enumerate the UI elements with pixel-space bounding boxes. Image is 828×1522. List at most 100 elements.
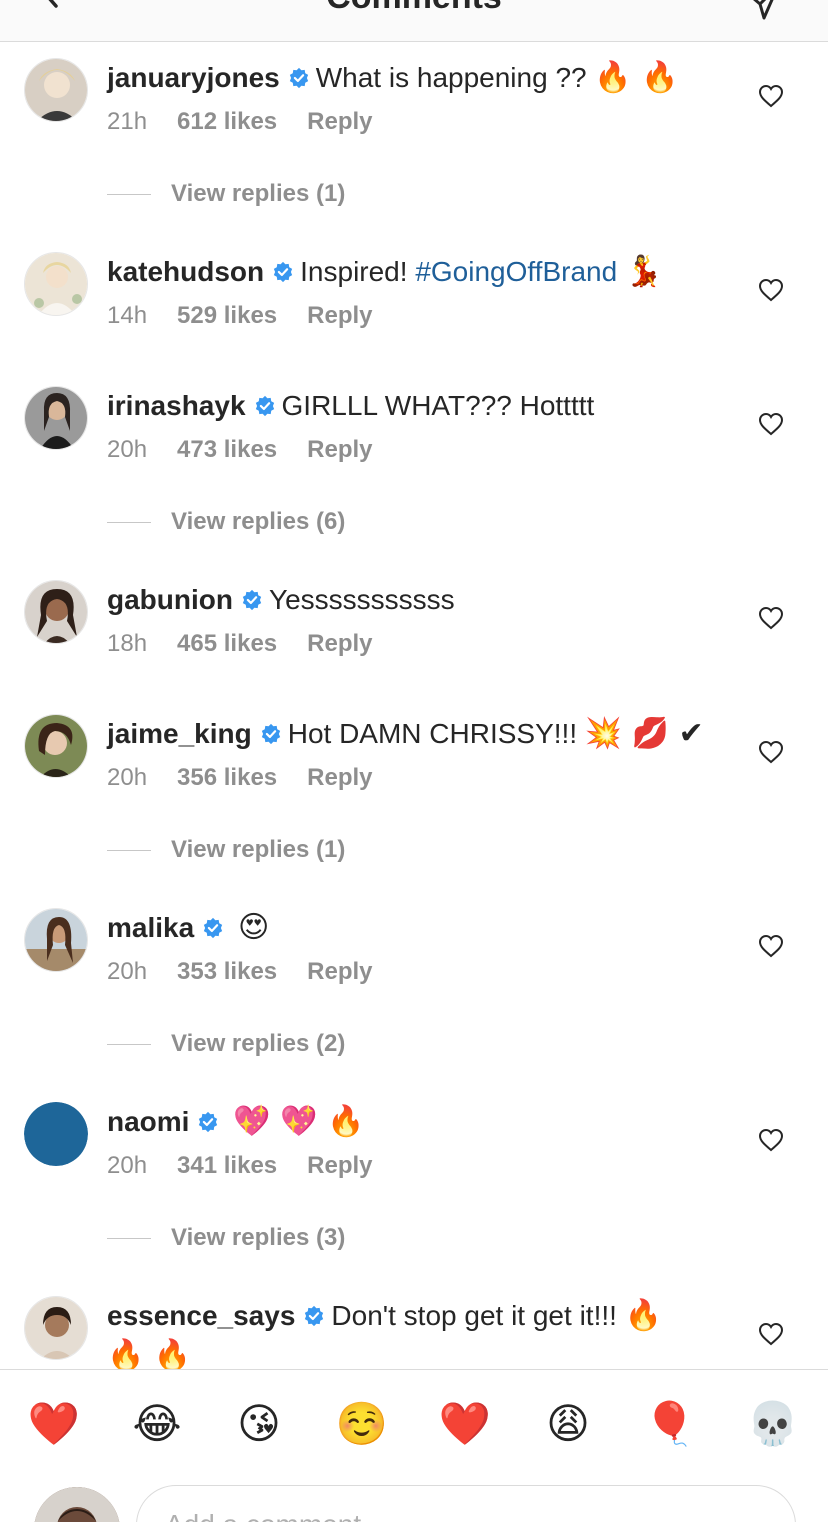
avatar-photo <box>25 1297 87 1359</box>
comment-username[interactable]: essence_says <box>107 1300 295 1331</box>
reply-button[interactable]: Reply <box>307 1152 372 1179</box>
comment-username[interactable]: malika <box>107 912 194 943</box>
likes-count[interactable]: 612 likes <box>177 108 277 135</box>
comment-emoji-line2: 🔥 🔥 <box>107 1338 192 1370</box>
likes-count[interactable]: 473 likes <box>177 436 277 463</box>
replies-divider <box>107 1043 151 1045</box>
avatar-photo <box>25 715 87 777</box>
replies-divider <box>107 521 151 523</box>
view-replies-label: View replies (1) <box>171 180 346 207</box>
view-replies-button[interactable]: View replies (3) <box>107 1221 345 1255</box>
comment-username[interactable]: katehudson <box>107 256 264 287</box>
comment-meta: 21h 612 likes Reply <box>107 105 403 139</box>
comment-time: 14h <box>107 302 148 329</box>
like-heart-icon[interactable] <box>758 1128 784 1152</box>
direct-share-icon[interactable] <box>744 0 780 20</box>
reply-button[interactable]: Reply <box>307 630 372 657</box>
emoji-red-heart-button[interactable]: ❤️ <box>26 1396 82 1452</box>
like-heart-icon[interactable] <box>758 934 784 958</box>
comment-time: 20h <box>107 958 148 985</box>
comment-message: Inspired! <box>300 256 408 287</box>
view-replies-button[interactable]: View replies (2) <box>107 1027 345 1061</box>
avatar[interactable] <box>24 580 88 644</box>
likes-count[interactable]: 465 likes <box>177 630 277 657</box>
like-heart-icon[interactable] <box>758 740 784 764</box>
comment-message: GIRLLL WHAT??? Hottttt <box>281 390 595 421</box>
reply-button[interactable]: Reply <box>307 108 372 135</box>
reply-button[interactable]: Reply <box>307 436 372 463</box>
comment-message: Hot DAMN CHRISSY!!! <box>287 718 578 749</box>
avatar-photo <box>34 1487 120 1522</box>
like-heart-icon[interactable] <box>758 84 784 108</box>
avatar[interactable] <box>24 252 88 316</box>
like-heart-icon[interactable] <box>758 606 784 630</box>
avatar-photo <box>25 909 87 971</box>
view-replies-button[interactable]: View replies (1) <box>107 833 345 867</box>
emoji-smiling-button[interactable]: ☺️ <box>334 1396 390 1452</box>
comment-text: katehudson Inspired! #GoingOffBrand 💃 <box>107 252 718 292</box>
comment-emoji: 💖 💖 🔥 <box>233 1104 365 1139</box>
avatar[interactable] <box>24 58 88 122</box>
replies-divider <box>107 1237 151 1239</box>
comment-text: januaryjones What is happening ?? 🔥 🔥 <box>107 58 718 98</box>
comment-time: 21h <box>107 108 148 135</box>
comment-text: gabunion Yesssssssssss <box>107 580 718 620</box>
verified-badge-icon <box>242 589 262 611</box>
comment-text: malika 😍 <box>107 908 718 948</box>
avatar[interactable] <box>24 908 88 972</box>
view-replies-label: View replies (6) <box>171 508 346 535</box>
comment-emoji: 💃 <box>624 254 663 289</box>
comment-username[interactable]: irinashayk <box>107 390 246 421</box>
comments-list[interactable]: januaryjones What is happening ?? 🔥 🔥 21h… <box>0 42 828 1369</box>
comment-meta: 14h 529 likes Reply <box>107 299 403 333</box>
view-replies-label: View replies (1) <box>171 836 346 863</box>
comment-emoji: 🔥 <box>624 1298 663 1333</box>
avatar[interactable] <box>24 714 88 778</box>
likes-count[interactable]: 353 likes <box>177 958 277 985</box>
comment-text: jaime_king Hot DAMN CHRISSY!!! 💥 💋 ✔ <box>107 714 718 754</box>
comment-meta: 20h 473 likes Reply <box>107 433 403 467</box>
emoji-reaction-bar: ❤️ 😂 😘 ☺️ ❤️ 😩 🎈 💀 <box>0 1369 828 1479</box>
comments-header: Comments <box>0 0 828 42</box>
comment-meta: 18h 465 likes Reply <box>107 627 403 661</box>
avatar-photo <box>25 59 87 121</box>
avatar-photo <box>25 387 87 449</box>
comment-username[interactable]: jaime_king <box>107 718 252 749</box>
avatar[interactable] <box>24 386 88 450</box>
avatar-photo <box>25 253 87 315</box>
emoji-kiss-button[interactable]: 😘 <box>231 1396 287 1452</box>
view-replies-button[interactable]: View replies (6) <box>107 505 345 539</box>
verified-badge-icon <box>273 261 293 283</box>
comment-text: essence_says Don't stop get it get it!!! … <box>107 1296 718 1370</box>
emoji-balloon-button[interactable]: 🎈 <box>642 1396 698 1452</box>
avatar[interactable] <box>24 1102 88 1166</box>
comment-time: 20h <box>107 436 148 463</box>
view-replies-label: View replies (2) <box>171 1030 346 1057</box>
like-heart-icon[interactable] <box>758 412 784 436</box>
comment-emoji: 🔥 🔥 <box>594 60 679 95</box>
comment-message: Yesssssssssss <box>268 584 455 615</box>
view-replies-button[interactable]: View replies (1) <box>107 177 345 211</box>
emoji-weary-button[interactable]: 😩 <box>540 1396 596 1452</box>
comment-username[interactable]: naomi <box>107 1106 189 1137</box>
comment-input[interactable] <box>136 1485 796 1522</box>
likes-count[interactable]: 529 likes <box>177 302 277 329</box>
emoji-skull-button[interactable]: 💀 <box>745 1396 801 1452</box>
likes-count[interactable]: 341 likes <box>177 1152 277 1179</box>
likes-count[interactable]: 356 likes <box>177 764 277 791</box>
reply-button[interactable]: Reply <box>307 302 372 329</box>
comment-time: 20h <box>107 764 148 791</box>
reply-button[interactable]: Reply <box>307 958 372 985</box>
like-heart-icon[interactable] <box>758 278 784 302</box>
avatar[interactable] <box>24 1296 88 1360</box>
comment-username[interactable]: januaryjones <box>107 62 280 93</box>
comment-username[interactable]: gabunion <box>107 584 233 615</box>
emoji-heart-button[interactable]: ❤️ <box>437 1396 493 1452</box>
verified-badge-icon <box>305 1305 324 1327</box>
reply-button[interactable]: Reply <box>307 764 372 791</box>
like-heart-icon[interactable] <box>758 1322 784 1346</box>
emoji-tears-of-joy-button[interactable]: 😂 <box>129 1396 185 1452</box>
page-title: Comments <box>0 0 828 17</box>
current-user-avatar <box>34 1487 120 1522</box>
hashtag-link[interactable]: #GoingOffBrand <box>415 256 617 287</box>
